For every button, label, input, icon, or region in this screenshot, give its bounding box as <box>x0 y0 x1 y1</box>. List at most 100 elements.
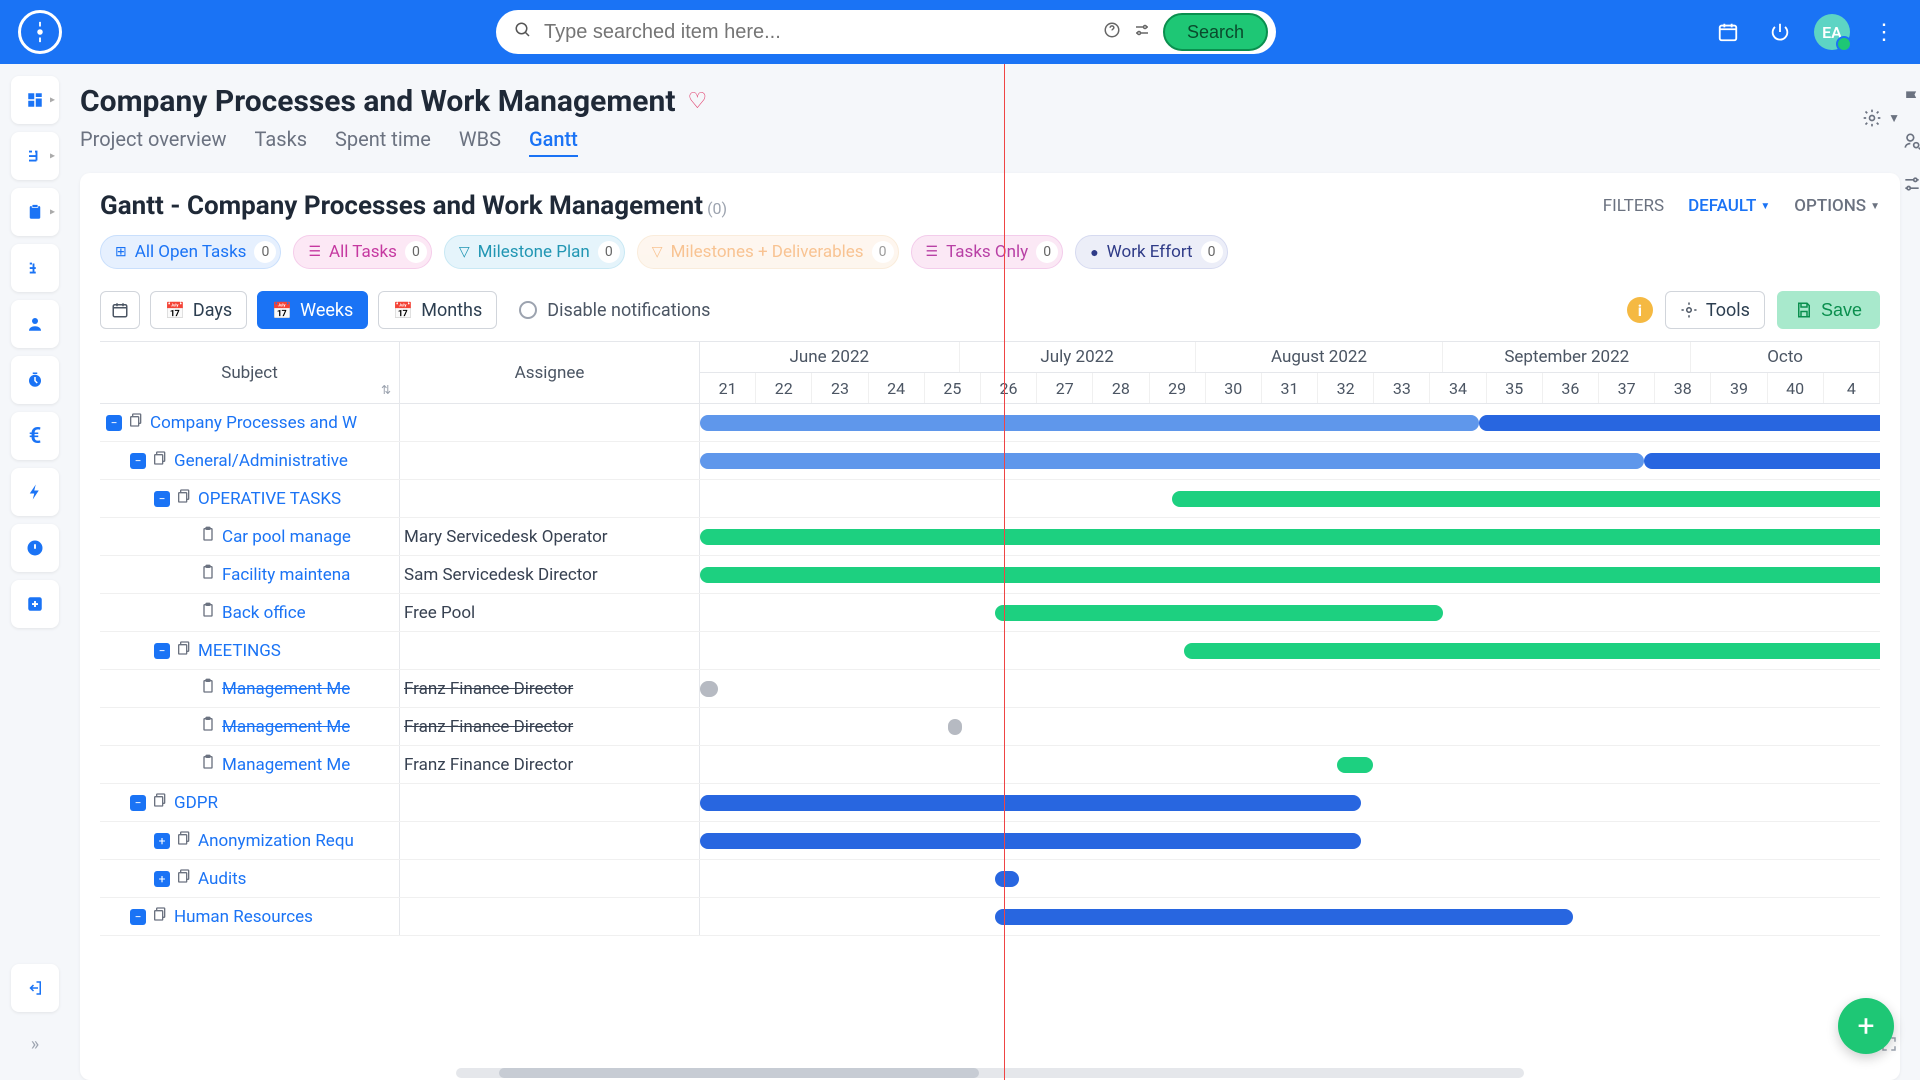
options-dropdown[interactable]: OPTIONS ▼ <box>1794 196 1880 216</box>
gantt-bar[interactable] <box>1644 453 1880 469</box>
sliders-icon[interactable] <box>1896 174 1920 199</box>
gantt-bar[interactable] <box>700 681 718 697</box>
gantt-row[interactable]: Anonymization Requ <box>100 822 1880 860</box>
row-subject[interactable]: Facility maintena <box>100 556 400 593</box>
sidebar-euro[interactable]: € <box>11 412 59 460</box>
gantt-bar[interactable] <box>1479 415 1880 431</box>
gantt-bar[interactable] <box>995 871 1019 887</box>
row-subject[interactable]: Management Me <box>100 746 400 783</box>
sidebar-alert[interactable] <box>11 524 59 572</box>
gantt-row[interactable]: Car pool manageMary Servicedesk Operator <box>100 518 1880 556</box>
row-subject[interactable]: General/Administrative <box>100 442 400 479</box>
row-subject[interactable]: Audits <box>100 860 400 897</box>
filter-chip[interactable]: ☰Tasks Only0 <box>911 235 1064 269</box>
gantt-bar[interactable] <box>948 719 962 735</box>
sidebar-clipboard[interactable] <box>11 188 59 236</box>
gantt-row[interactable]: Audits <box>100 860 1880 898</box>
row-bars[interactable] <box>700 404 1880 441</box>
row-bars[interactable] <box>700 556 1880 593</box>
person-search-icon[interactable] <box>1896 131 1920 156</box>
column-assignee[interactable]: Assignee <box>400 342 700 403</box>
gantt-bar[interactable] <box>700 529 1880 545</box>
row-subject[interactable]: Back office <box>100 594 400 631</box>
row-bars[interactable] <box>700 518 1880 555</box>
row-bars[interactable] <box>700 898 1880 935</box>
tune-icon[interactable] <box>1133 21 1151 44</box>
sidebar-exit[interactable] <box>11 964 59 1012</box>
tab-spent-time[interactable]: Spent time <box>335 127 431 157</box>
row-bars[interactable] <box>700 442 1880 479</box>
gantt-bar[interactable] <box>700 567 1880 583</box>
row-bars[interactable] <box>700 480 1880 517</box>
tools-button[interactable]: Tools <box>1665 291 1765 329</box>
row-subject[interactable]: GDPR <box>100 784 400 821</box>
row-subject[interactable]: Anonymization Requ <box>100 822 400 859</box>
gantt-bar[interactable] <box>1172 491 1880 507</box>
gantt-body[interactable]: Company Processes and WGeneral/Administr… <box>100 404 1880 1062</box>
row-bars[interactable] <box>700 822 1880 859</box>
horizontal-scrollbar[interactable] <box>100 1066 1880 1080</box>
gantt-row[interactable]: Human Resources <box>100 898 1880 936</box>
gantt-bar[interactable] <box>700 833 1361 849</box>
tab-wbs[interactable]: WBS <box>459 127 501 157</box>
row-subject[interactable]: Car pool manage <box>100 518 400 555</box>
calendar-icon[interactable] <box>1710 14 1746 50</box>
gantt-row[interactable]: General/Administrative <box>100 442 1880 480</box>
info-button[interactable]: i <box>1627 297 1653 323</box>
row-subject[interactable]: Management Me <box>100 670 400 707</box>
filter-chip[interactable]: ▽Milestone Plan0 <box>444 235 625 269</box>
power-icon[interactable] <box>1762 14 1798 50</box>
gantt-row[interactable]: Facility maintenaSam Servicedesk Directo… <box>100 556 1880 594</box>
search-button[interactable]: Search <box>1163 13 1268 51</box>
column-subject[interactable]: Subject⇅ <box>100 342 400 403</box>
sidebar-timer[interactable] <box>11 356 59 404</box>
disable-notifications-toggle[interactable]: Disable notifications <box>519 300 710 321</box>
view-days[interactable]: 📅Days <box>150 291 247 329</box>
row-bars[interactable] <box>700 594 1880 631</box>
row-bars[interactable] <box>700 632 1880 669</box>
view-weeks[interactable]: 📅Weeks <box>257 291 368 329</box>
filter-chip[interactable]: ▽Milestones + Deliverables0 <box>637 235 899 269</box>
gantt-bar[interactable] <box>700 453 1644 469</box>
favorite-icon[interactable]: ♡ <box>687 89 707 114</box>
sidebar-add[interactable] <box>11 580 59 628</box>
tab-project-overview[interactable]: Project overview <box>80 127 227 157</box>
filter-chip[interactable]: ●Work Effort0 <box>1075 235 1227 269</box>
tab-gantt[interactable]: Gantt <box>529 127 578 157</box>
sidebar-hierarchy[interactable] <box>11 244 59 292</box>
row-subject[interactable]: Management Me <box>100 708 400 745</box>
gantt-row[interactable]: Back officeFree Pool <box>100 594 1880 632</box>
gantt-bar[interactable] <box>700 795 1361 811</box>
gantt-row[interactable]: Management MeFranz Finance Director <box>100 746 1880 784</box>
fab-add[interactable]: + <box>1838 998 1894 1054</box>
gantt-bar[interactable] <box>995 909 1573 925</box>
gantt-row[interactable]: Management MeFranz Finance Director <box>100 670 1880 708</box>
sidebar-bolt[interactable] <box>11 468 59 516</box>
help-icon[interactable] <box>1103 21 1121 44</box>
row-bars[interactable] <box>700 708 1880 745</box>
gantt-bar[interactable] <box>700 415 1479 431</box>
toggle-icon[interactable] <box>130 453 146 469</box>
row-bars[interactable] <box>700 670 1880 707</box>
row-subject[interactable]: Company Processes and W <box>100 404 400 441</box>
gantt-row[interactable]: GDPR <box>100 784 1880 822</box>
settings-menu[interactable]: ▼ <box>1862 108 1900 128</box>
row-bars[interactable] <box>700 784 1880 821</box>
row-subject[interactable]: Human Resources <box>100 898 400 935</box>
gantt-row[interactable]: Company Processes and W <box>100 404 1880 442</box>
flag-icon[interactable] <box>1896 88 1920 113</box>
gantt-row[interactable]: MEETINGS <box>100 632 1880 670</box>
row-subject[interactable]: MEETINGS <box>100 632 400 669</box>
filter-chip[interactable]: ☰All Tasks0 <box>293 235 431 269</box>
gantt-bar[interactable] <box>995 605 1443 621</box>
view-months[interactable]: 📅Months <box>378 291 497 329</box>
toggle-icon[interactable] <box>154 491 170 507</box>
search-input[interactable] <box>544 21 1091 44</box>
gantt-row[interactable]: OPERATIVE TASKS <box>100 480 1880 518</box>
sidebar-dashboard[interactable] <box>11 76 59 124</box>
save-button[interactable]: Save <box>1777 291 1880 329</box>
row-bars[interactable] <box>700 746 1880 783</box>
menu-icon[interactable]: ⋮ <box>1866 14 1902 50</box>
user-avatar[interactable]: EA <box>1814 14 1850 50</box>
gantt-bar[interactable] <box>1184 643 1880 659</box>
